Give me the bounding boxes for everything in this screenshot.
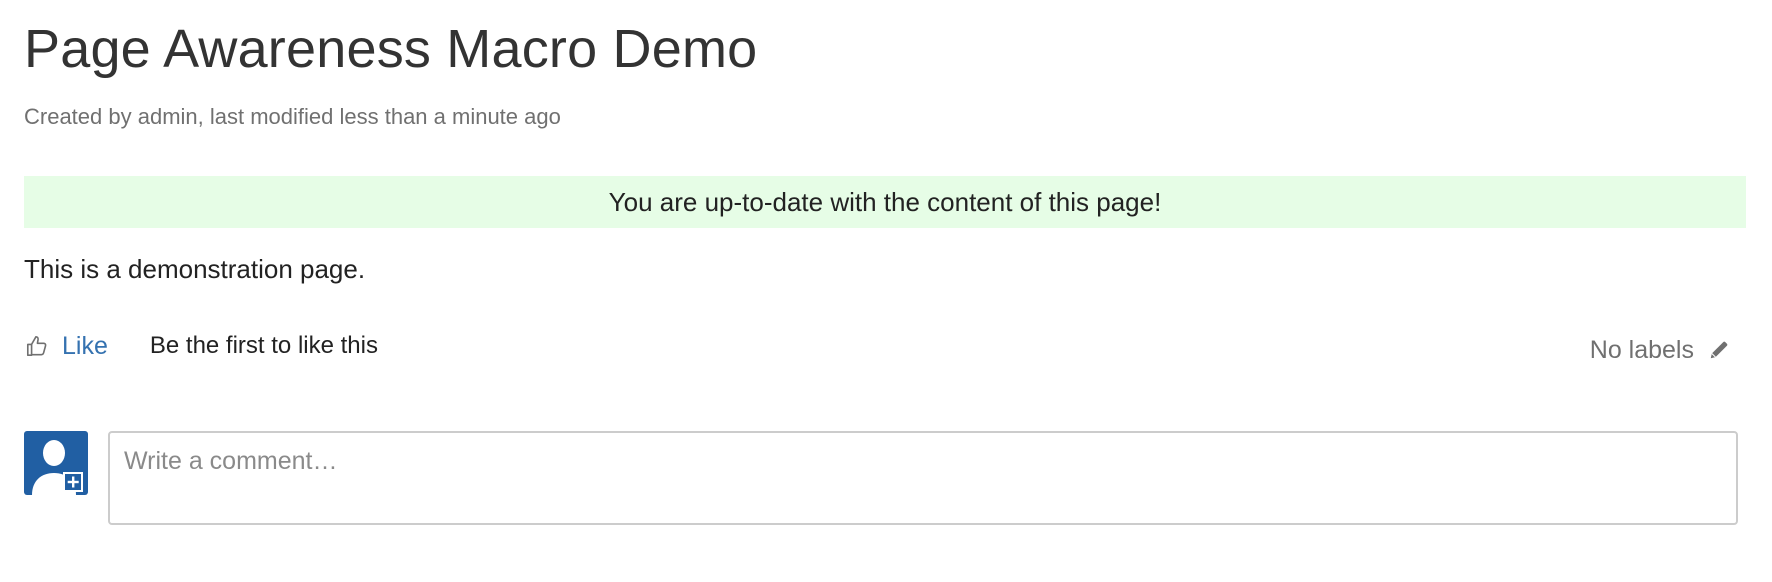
like-button[interactable]: Like: [24, 332, 108, 361]
comment-input[interactable]: [108, 431, 1738, 525]
page-awareness-banner: You are up-to-date with the content of t…: [24, 176, 1746, 228]
page-metadata: Created by admin, last modified less tha…: [24, 104, 561, 129]
awareness-message: You are up-to-date with the content of t…: [608, 186, 1162, 217]
labels-section: No labels: [1590, 332, 1730, 368]
comment-section: [24, 431, 1738, 525]
like-summary: Be the first to like this: [149, 332, 378, 359]
thumbs-up-icon: [24, 333, 50, 359]
pencil-icon[interactable]: [1708, 339, 1730, 361]
no-labels-text: No labels: [1589, 335, 1694, 364]
user-add-avatar-icon: [24, 431, 88, 495]
like-label: Like: [62, 331, 108, 360]
like-section: Like Be the first to like this: [24, 328, 378, 364]
page-title: Page Awareness Macro Demo: [24, 19, 758, 79]
page-body-text: This is a demonstration page.: [24, 254, 366, 284]
